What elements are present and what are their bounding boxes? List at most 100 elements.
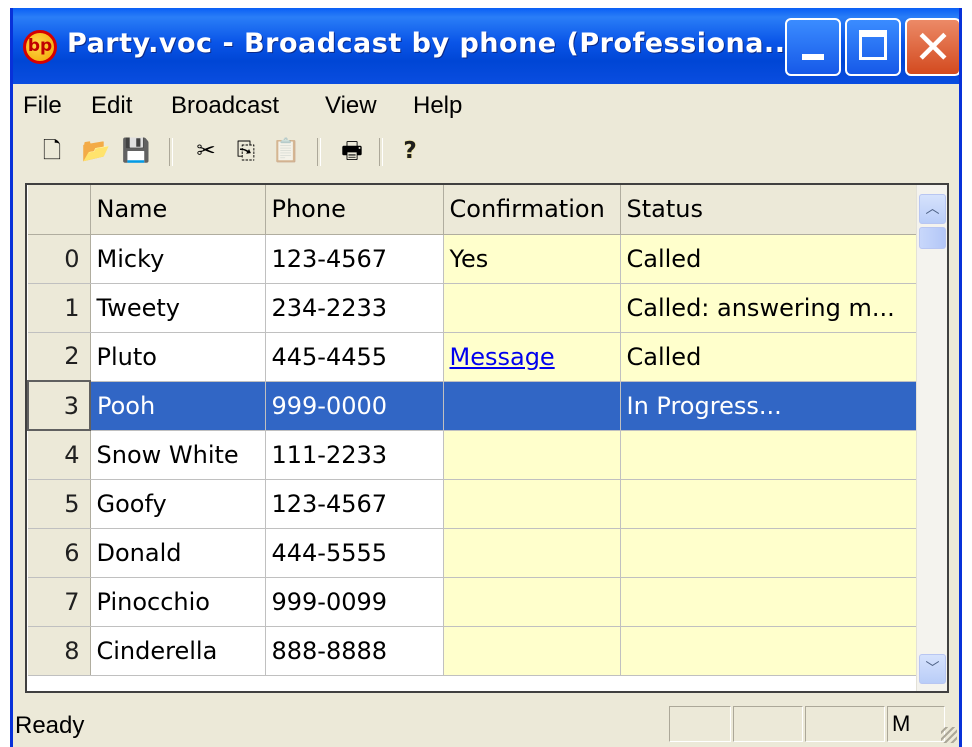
status-cell[interactable] — [620, 528, 918, 578]
name-cell[interactable]: Pooh — [90, 381, 266, 431]
status-cell[interactable]: Called — [620, 332, 918, 382]
status-pane — [669, 706, 731, 742]
column-header-confirmation[interactable]: Confirmation — [443, 185, 621, 235]
title-bar[interactable]: bp Party.voc - Broadcast by phone (Profe… — [13, 8, 959, 84]
column-header-phone[interactable]: Phone — [265, 185, 444, 235]
row-number[interactable]: 5 — [28, 479, 91, 529]
toolbar-separator — [379, 138, 383, 166]
table-row[interactable]: 0 Micky 123-4567 Yes Called — [28, 234, 918, 284]
table-row[interactable]: 1 Tweety 234-2233 Called: answering m... — [28, 283, 918, 333]
name-cell[interactable]: Donald — [90, 528, 266, 578]
window-title: Party.voc - Broadcast by phone (Professi… — [67, 28, 797, 59]
vertical-scrollbar[interactable]: ︿ ﹀ — [916, 185, 947, 691]
menu-broadcast[interactable]: Broadcast — [171, 92, 279, 120]
status-cell[interactable] — [620, 479, 918, 529]
confirmation-cell[interactable]: Yes — [443, 234, 621, 284]
confirmation-cell[interactable] — [443, 626, 621, 676]
name-cell[interactable]: Snow White — [90, 430, 266, 480]
app-window: bp Party.voc - Broadcast by phone (Profe… — [10, 8, 962, 747]
table-row[interactable]: 8 Cinderella 888-8888 — [28, 626, 918, 676]
name-cell[interactable]: Goofy — [90, 479, 266, 529]
toolbar-separator — [317, 138, 321, 166]
cut-icon[interactable]: ✂ — [191, 136, 221, 166]
name-cell[interactable]: Pluto — [90, 332, 266, 382]
table-row[interactable]: 4 Snow White 111-2233 — [28, 430, 918, 480]
open-folder-icon[interactable]: 📂 — [81, 136, 111, 166]
phone-cell[interactable]: 999-0000 — [265, 381, 444, 431]
phone-cell[interactable]: 445-4455 — [265, 332, 444, 382]
row-number[interactable]: 3 — [27, 380, 91, 431]
confirmation-cell[interactable] — [443, 283, 621, 333]
confirmation-cell[interactable] — [443, 577, 621, 627]
status-cell[interactable] — [620, 430, 918, 480]
maximize-icon — [859, 30, 887, 60]
status-cell[interactable]: In Progress... — [620, 381, 918, 431]
menu-view[interactable]: View — [325, 92, 377, 120]
name-cell[interactable]: Micky — [90, 234, 266, 284]
row-number[interactable]: 8 — [28, 626, 91, 676]
name-cell[interactable]: Tweety — [90, 283, 266, 333]
paste-icon[interactable]: 📋 — [271, 136, 301, 166]
row-number[interactable]: 0 — [28, 234, 91, 284]
table-row[interactable]: 5 Goofy 123-4567 — [28, 479, 918, 529]
phone-cell[interactable]: 888-8888 — [265, 626, 444, 676]
table-row[interactable]: 7 Pinocchio 999-0099 — [28, 577, 918, 627]
column-header-status[interactable]: Status — [620, 185, 918, 235]
new-document-icon[interactable]: 🗋 — [37, 136, 67, 166]
status-text: Ready — [15, 712, 85, 739]
header-row: Name Phone Confirmation Status — [28, 185, 918, 235]
contacts-table: Name Phone Confirmation Status 0 Micky 1… — [27, 185, 918, 676]
phone-cell[interactable]: 234-2233 — [265, 283, 444, 333]
menu-edit[interactable]: Edit — [91, 92, 132, 120]
phone-cell[interactable]: 444-5555 — [265, 528, 444, 578]
row-number[interactable]: 7 — [28, 577, 91, 627]
status-cell[interactable] — [620, 626, 918, 676]
close-button[interactable]: ✕ — [905, 18, 959, 76]
toolbar-separator — [169, 138, 173, 166]
scroll-thumb[interactable] — [919, 227, 946, 249]
confirmation-cell[interactable] — [443, 430, 621, 480]
scroll-up-button[interactable]: ︿ — [919, 194, 946, 224]
copy-icon[interactable]: ⎘ — [231, 136, 261, 166]
row-number[interactable]: 6 — [28, 528, 91, 578]
name-cell[interactable]: Pinocchio — [90, 577, 266, 627]
phone-cell[interactable]: 111-2233 — [265, 430, 444, 480]
menu-bar: File Edit Broadcast View Help — [13, 84, 959, 124]
status-pane — [805, 706, 885, 742]
menu-file[interactable]: File — [23, 92, 62, 120]
chevron-down-icon: ﹀ — [925, 661, 940, 677]
row-number[interactable]: 4 — [28, 430, 91, 480]
status-cell[interactable] — [620, 577, 918, 627]
status-pane-indicator: M — [887, 706, 945, 742]
help-icon[interactable]: ? — [395, 136, 425, 166]
status-cell[interactable]: Called: answering m... — [620, 283, 918, 333]
table-row[interactable]: 2 Pluto 445-4455 Message Called — [28, 332, 918, 382]
status-bar: Ready M — [13, 700, 959, 747]
confirmation-cell[interactable] — [443, 479, 621, 529]
minimize-button[interactable] — [785, 18, 841, 76]
message-link[interactable]: Message — [450, 343, 555, 371]
confirmation-cell[interactable]: Message — [443, 332, 621, 382]
resize-grip-icon[interactable] — [941, 727, 957, 743]
save-icon[interactable]: 💾 — [121, 136, 151, 166]
phone-cell[interactable]: 123-4567 — [265, 234, 444, 284]
status-pane — [733, 706, 803, 742]
row-number[interactable]: 1 — [28, 283, 91, 333]
app-icon[interactable]: bp — [23, 30, 57, 64]
menu-help[interactable]: Help — [413, 92, 462, 120]
column-header-name[interactable]: Name — [90, 185, 266, 235]
name-cell[interactable]: Cinderella — [90, 626, 266, 676]
status-indicator-m: M — [892, 711, 911, 736]
maximize-button[interactable] — [845, 18, 901, 76]
print-icon[interactable]: 🖶 — [337, 136, 367, 166]
scroll-down-button[interactable]: ﹀ — [919, 654, 946, 684]
confirmation-cell[interactable] — [443, 381, 621, 431]
table-row[interactable]: 6 Donald 444-5555 — [28, 528, 918, 578]
phone-cell[interactable]: 123-4567 — [265, 479, 444, 529]
confirmation-cell[interactable] — [443, 528, 621, 578]
status-cell[interactable]: Called — [620, 234, 918, 284]
row-number[interactable]: 2 — [28, 332, 91, 382]
corner-header[interactable] — [28, 185, 91, 235]
table-row-selected[interactable]: 3 Pooh 999-0000 In Progress... — [27, 380, 918, 431]
phone-cell[interactable]: 999-0099 — [265, 577, 444, 627]
